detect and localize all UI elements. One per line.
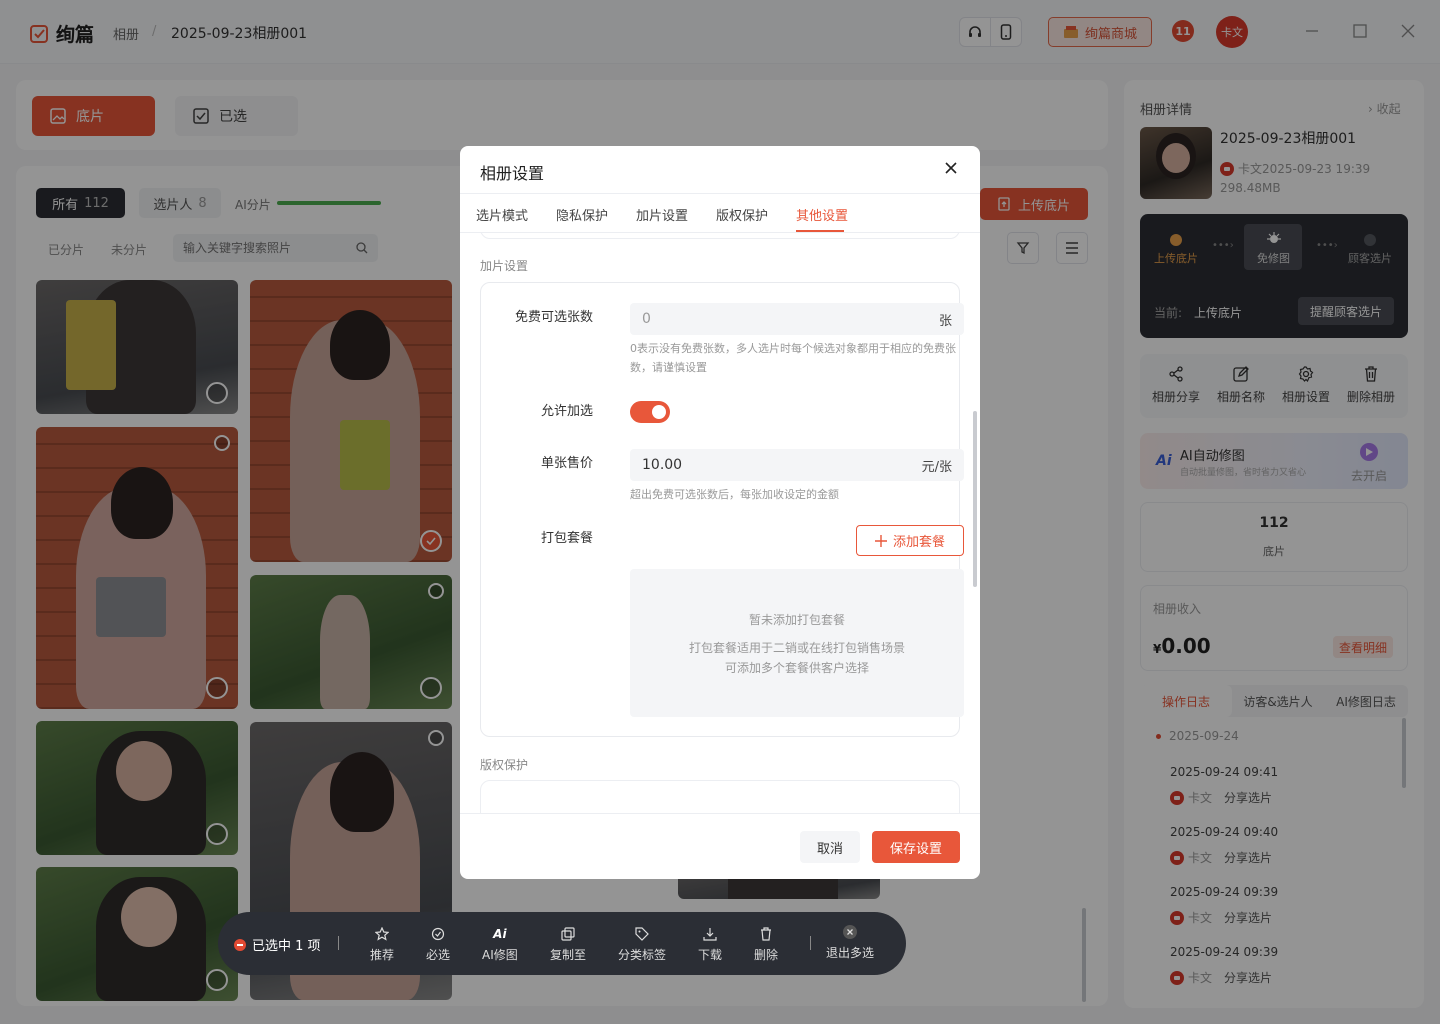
empty-desc-1: 打包套餐适用于二销或在线打包销售场景: [688, 641, 905, 655]
free-count-hint: 0表示没有免费张数，多人选片时每个候选对象都用于相应的免费张数，请谨慎设置: [630, 342, 956, 374]
delete-label: 删除: [754, 948, 779, 962]
divider: [810, 936, 811, 950]
exit-multiselect-label: 退出多选: [826, 946, 875, 960]
divider: [460, 193, 980, 194]
free-count-input[interactable]: 0 张: [630, 303, 964, 335]
section-extra-title: 加片设置: [480, 259, 529, 273]
previous-card-edge: [480, 233, 960, 239]
multi-select-bar: 已选中 1 项 推荐 必选 Ai AI修图 复制至 分类标签 下载 删除 退出多…: [218, 912, 906, 975]
unit-price-unit: 元/张: [921, 459, 952, 475]
must-select-button[interactable]: 必选: [426, 926, 450, 963]
ai-retouch-label: AI修图: [482, 948, 518, 962]
divider: [460, 813, 980, 814]
selected-count-text: 已选中 1 项: [252, 939, 321, 954]
package-label: 打包套餐: [540, 531, 593, 546]
empty-desc-2: 可添加多个套餐供客户选择: [724, 661, 869, 675]
allow-extra-toggle[interactable]: [630, 401, 670, 423]
copy-icon: [561, 927, 575, 941]
tab-other-settings[interactable]: 其他设置: [796, 205, 848, 224]
allow-extra-label: 允许加选: [540, 404, 593, 419]
divider: [338, 936, 339, 950]
close-circle-icon: [843, 925, 857, 939]
exit-multiselect-button[interactable]: 退出多选: [826, 924, 874, 961]
selected-count: 已选中 1 项: [234, 935, 321, 954]
deselect-icon[interactable]: [234, 938, 246, 951]
copyright-card: [480, 780, 960, 813]
album-settings-dialog: 相册设置 选片模式 隐私保护 加片设置 版权保护 其他设置 加片设置 免费可选张…: [460, 146, 980, 879]
package-empty-state: 暂未添加打包套餐 打包套餐适用于二销或在线打包销售场景 可添加多个套餐供客户选择: [630, 569, 964, 717]
tag-icon: [635, 927, 649, 941]
tag-label: 分类标签: [618, 948, 667, 962]
tab-privacy[interactable]: 隐私保护: [556, 205, 608, 224]
free-count-label: 免费可选张数: [514, 310, 593, 325]
must-select-label: 必选: [426, 948, 451, 962]
ai-retouch-button[interactable]: Ai AI修图: [482, 926, 518, 963]
unit-price-input[interactable]: 10.00 元/张: [630, 449, 964, 481]
save-settings-button[interactable]: 保存设置: [872, 831, 960, 863]
empty-title: 暂未添加打包套餐: [748, 613, 845, 627]
dialog-title: 相册设置: [480, 164, 545, 183]
unit-price-hint: 超出免费可选张数后，每张加收设定的金额: [630, 488, 839, 501]
cancel-button[interactable]: 取消: [800, 831, 860, 863]
delete-button[interactable]: 删除: [754, 926, 778, 963]
star-icon: [375, 927, 389, 941]
close-icon: [945, 162, 957, 174]
free-count-unit: 张: [938, 313, 952, 329]
dialog-body: 加片设置 免费可选张数 0 张 0表示没有免费张数，多人选片时每个候选对象都用于…: [460, 233, 980, 813]
copy-to-button[interactable]: 复制至: [550, 926, 586, 963]
tab-copyright[interactable]: 版权保护: [716, 205, 768, 224]
check-circle-icon: [431, 927, 445, 941]
unit-price-value: 10.00: [642, 457, 683, 473]
trash-icon: [761, 927, 771, 941]
recommend-label: 推荐: [370, 948, 395, 962]
extra-settings-card: 免费可选张数 0 张 0表示没有免费张数，多人选片时每个候选对象都用于相应的免费…: [480, 282, 964, 737]
recommend-button[interactable]: 推荐: [370, 926, 394, 963]
plus-icon: [874, 534, 887, 547]
download-button[interactable]: 下载: [698, 926, 722, 963]
tag-button[interactable]: 分类标签: [618, 926, 666, 963]
ai-icon: Ai: [493, 927, 507, 941]
download-label: 下载: [698, 948, 723, 962]
download-icon: [703, 928, 717, 941]
add-package-label: 添加套餐: [892, 535, 945, 550]
tab-selection-mode[interactable]: 选片模式: [476, 205, 528, 224]
dialog-close-button[interactable]: [944, 161, 960, 177]
dialog-scrollbar[interactable]: [973, 411, 977, 587]
add-package-button[interactable]: 添加套餐: [856, 525, 964, 556]
section-copyright-title: 版权保护: [480, 758, 529, 772]
copy-to-label: 复制至: [550, 948, 587, 962]
free-count-value: 0: [642, 311, 651, 327]
tab-extra-photos[interactable]: 加片设置: [636, 205, 688, 224]
unit-price-label: 单张售价: [540, 456, 593, 471]
